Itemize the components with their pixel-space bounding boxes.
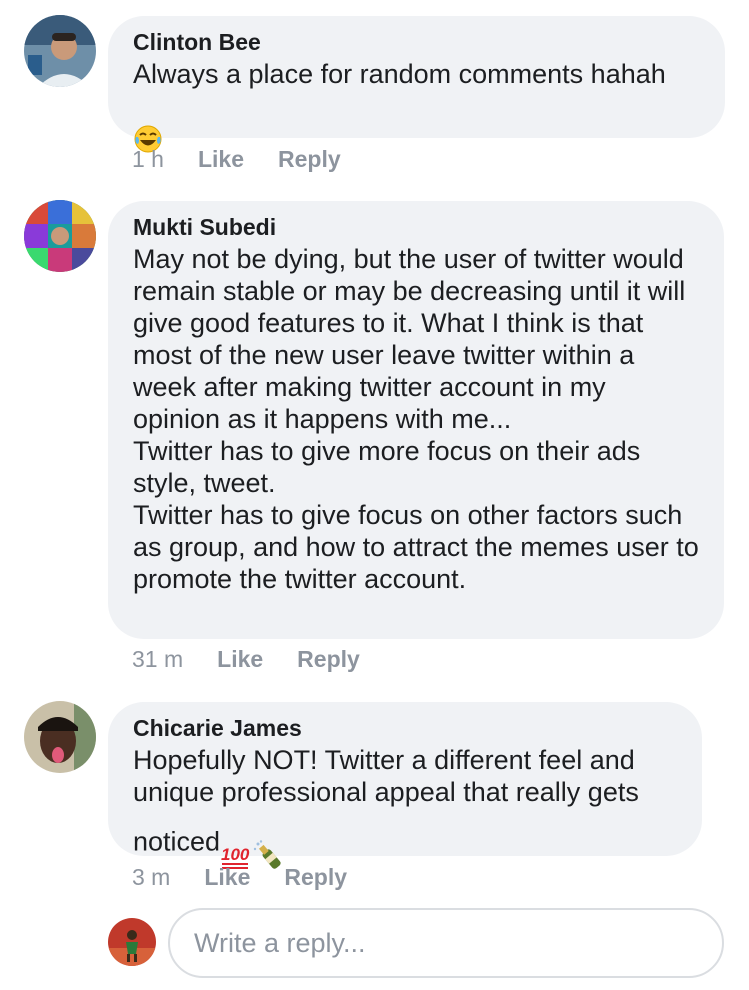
comment-time[interactable]: 3 m — [132, 862, 170, 892]
current-user-avatar — [108, 918, 156, 966]
comment-actions: 3 m Like Reply — [132, 862, 347, 892]
reply-button[interactable]: Reply — [284, 862, 347, 892]
comment-actions: 1 h Like Reply — [132, 144, 341, 174]
like-button[interactable]: Like — [217, 644, 263, 674]
comment-author[interactable]: Mukti Subedi — [133, 213, 699, 241]
comment-bubble: Chicarie James Hopefully NOT! Twitter a … — [108, 702, 702, 869]
reply-button[interactable]: Reply — [297, 644, 360, 674]
avatar[interactable] — [24, 701, 96, 773]
comment-text: May not be dying, but the user of twitte… — [133, 244, 699, 594]
like-button[interactable]: Like — [204, 862, 250, 892]
comment-body: Hopefully NOT! Twitter a different feel … — [133, 745, 639, 857]
comment-bubble: Clinton Bee Always a place for random co… — [108, 16, 725, 153]
comment-author[interactable]: Chicarie James — [133, 714, 677, 742]
comment-time[interactable]: 1 h — [132, 144, 164, 174]
write-reply-input[interactable]: Write a reply... — [168, 908, 724, 978]
comment-bubble: Mukti Subedi May not be dying, but the u… — [108, 201, 724, 639]
like-button[interactable]: Like — [198, 144, 244, 174]
avatar[interactable] — [24, 15, 96, 87]
reply-button[interactable]: Reply — [278, 144, 341, 174]
comment-time[interactable]: 31 m — [132, 644, 183, 674]
avatar[interactable] — [24, 200, 96, 272]
comment-author[interactable]: Clinton Bee — [133, 28, 700, 56]
comment-actions: 31 m Like Reply — [132, 644, 360, 674]
comment-body: Always a place for random comments hahah — [133, 59, 666, 89]
comment-text: Hopefully NOT! Twitter a different feel … — [133, 744, 677, 879]
